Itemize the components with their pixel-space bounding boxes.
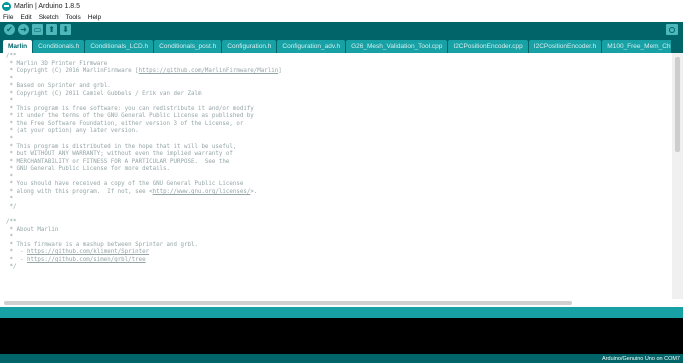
code-link[interactable]: https://github.com/simen/grbl/tree — [27, 257, 146, 263]
magnifier-icon — [669, 26, 675, 33]
file-tab-bar: Marlin Conditionals.h Conditionals_LCD.h… — [0, 37, 683, 53]
message-area — [0, 307, 683, 318]
status-bar: Arduino/Genuino Uno on COM7 — [0, 354, 683, 363]
arduino-logo-icon — [2, 1, 11, 11]
code-line: * (at your option) any later version. — [6, 128, 139, 135]
console-output — [0, 318, 683, 354]
tab-i2c-position-encoder-h[interactable]: I2CPositionEncoder.h — [528, 40, 602, 53]
code-line: * but WITHOUT ANY WARRANTY; without even… — [6, 151, 233, 158]
code-line: * — [6, 173, 13, 180]
code-line: * About Marlin — [6, 226, 59, 233]
code-line: * Marlin 3D Printer Firmware — [6, 60, 108, 67]
code-line: * This firmware is a mashup between Spri… — [6, 241, 198, 248]
code-link[interactable]: https://github.com/MarlinFirmware/Marlin — [139, 68, 279, 74]
tab-menu-button[interactable] — [671, 37, 683, 53]
window-title: Marlin | Arduino 1.8.5 — [14, 2, 81, 10]
toolbar: ✔ ➜ ▭ ⬆ ⬇ — [0, 22, 683, 37]
menu-tools[interactable]: Tools — [66, 14, 81, 21]
vertical-scroll-thumb[interactable] — [675, 57, 680, 152]
save-sketch-button[interactable]: ⬇ — [60, 24, 71, 35]
code-line: * the Free Software Foundation, either v… — [6, 120, 244, 127]
code-line: * GNU General Public License for more de… — [6, 166, 171, 173]
new-sketch-button[interactable]: ▭ — [32, 24, 43, 35]
verify-button[interactable]: ✔ — [4, 24, 15, 35]
tab-g26-mesh-validation-tool[interactable]: G26_Mesh_Validation_Tool.cpp — [346, 40, 448, 53]
menu-file[interactable]: File — [3, 14, 13, 21]
menu-edit[interactable]: Edit — [20, 14, 31, 21]
code-line: * — [6, 136, 13, 143]
menu-help[interactable]: Help — [88, 14, 101, 21]
tab-conditionals-post-h[interactable]: Conditionals_post.h — [154, 40, 222, 53]
title-bar: Marlin | Arduino 1.8.5 — [0, 0, 683, 12]
checkmark-icon: ✔ — [6, 24, 13, 34]
arrow-down-icon: ⬇ — [62, 24, 69, 34]
code-editor[interactable]: /** * Marlin 3D Printer Firmware * Copyr… — [0, 53, 672, 299]
horizontal-scroll-thumb[interactable] — [4, 301, 572, 305]
code-line: /** — [6, 53, 17, 59]
code-line: */ — [6, 264, 17, 271]
code-line: * — [6, 98, 13, 105]
new-file-icon: ▭ — [33, 24, 42, 34]
code-line: * Copyright (C) 2011 Camiel Gubbels / Er… — [6, 90, 202, 97]
code-line: * This program is free software: you can… — [6, 105, 254, 112]
code-line: * MERCHANTABILITY or FITNESS FOR A PARTI… — [6, 158, 230, 165]
tab-configuration-h[interactable]: Configuration.h — [222, 40, 277, 53]
tab-configuration-adv-h[interactable]: Configuration_adv.h — [277, 40, 346, 53]
code-line: * - https://github.com/simen/grbl/tree — [6, 256, 146, 263]
code-line: * Based on Sprinter and grbl. — [6, 83, 111, 90]
code-line: * — [6, 196, 13, 203]
code-line: * - https://github.com/kliment/Sprinter — [6, 249, 150, 256]
open-sketch-button[interactable]: ⬆ — [46, 24, 57, 35]
tab-conditionals-lcd-h[interactable]: Conditionals_LCD.h — [85, 40, 154, 53]
arrow-right-icon: ➜ — [20, 24, 27, 34]
board-port-label: Arduino/Genuino Uno on COM7 — [602, 355, 680, 362]
code-line: * Copyright (C) 2016 MarlinFirmware [htt… — [6, 68, 282, 75]
code-line: * — [6, 234, 13, 241]
code-line: /** — [6, 219, 17, 226]
horizontal-scrollbar[interactable] — [0, 299, 683, 307]
code-line: * — [6, 75, 13, 82]
tab-conditionals-h[interactable]: Conditionals.h — [33, 40, 85, 53]
code-line: * it under the terms of the GNU General … — [6, 113, 254, 120]
code-link[interactable]: https://github.com/kliment/Sprinter — [27, 249, 149, 255]
tab-i2c-position-encoder-cpp[interactable]: I2CPositionEncoder.cpp — [448, 40, 528, 53]
code-line: * along with this program. If not, see <… — [6, 188, 258, 195]
code-line: * You should have received a copy of the… — [6, 181, 244, 188]
code-link[interactable]: http://www.gnu.org/licenses/ — [153, 189, 251, 195]
arduino-ide-window: Marlin | Arduino 1.8.5 File Edit Sketch … — [0, 0, 683, 363]
menu-sketch[interactable]: Sketch — [39, 14, 59, 21]
upload-button[interactable]: ➜ — [18, 24, 29, 35]
tab-marlin[interactable]: Marlin — [3, 40, 33, 53]
menu-bar: File Edit Sketch Tools Help — [0, 12, 683, 22]
code-line: * This program is distributed in the hop… — [6, 143, 237, 150]
serial-monitor-button[interactable] — [666, 24, 678, 35]
arrow-up-icon: ⬆ — [48, 24, 55, 34]
code-line: */ — [6, 203, 17, 210]
vertical-scrollbar[interactable] — [672, 53, 683, 299]
